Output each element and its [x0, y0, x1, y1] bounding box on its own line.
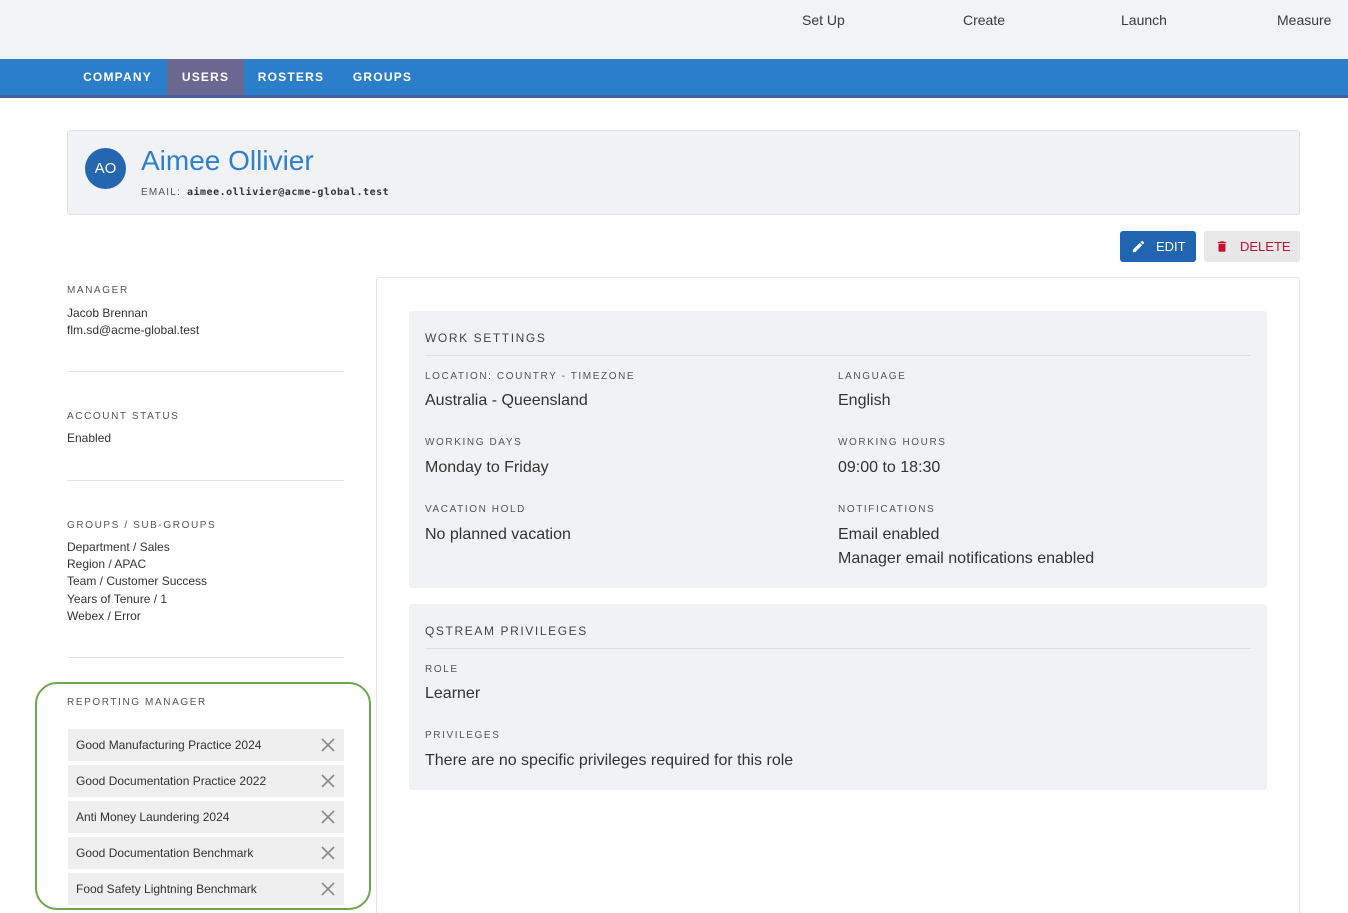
section-tab-bar: COMPANY USERS ROSTERS GROUPS	[0, 59, 1348, 98]
close-icon[interactable]	[321, 846, 335, 860]
manager-label: MANAGER	[67, 285, 129, 296]
work-settings-card: WORK SETTINGS LOCATION: COUNTRY - TIMEZO…	[409, 311, 1267, 588]
user-profile-header: AO Aimee Ollivier EMAIL: aimee.ollivier@a…	[67, 130, 1300, 215]
top-navigation: Set Up Create Launch Measure	[0, 0, 1348, 59]
tab-users[interactable]: USERS	[167, 59, 244, 95]
reporting-manager-item[interactable]: Anti Money Laundering 2024	[68, 801, 344, 833]
location-value: Australia - Queensland	[425, 392, 588, 409]
email-label: EMAIL:	[141, 187, 181, 198]
groups-label: GROUPS / SUB-GROUPS	[67, 520, 217, 531]
edit-button[interactable]: EDIT	[1120, 231, 1196, 262]
email-value: aimee.ollivier@acme-global.test	[187, 187, 390, 198]
close-icon[interactable]	[321, 810, 335, 824]
manager-email: flm.sd@acme-global.test	[67, 323, 200, 337]
nav-launch[interactable]: Launch	[1121, 12, 1167, 28]
tab-rosters[interactable]: ROSTERS	[244, 59, 338, 95]
tab-groups[interactable]: GROUPS	[338, 59, 427, 95]
language-label: LANGUAGE	[838, 371, 907, 382]
language-value: English	[838, 392, 891, 409]
group-item: Years of Tenure / 1	[67, 592, 168, 606]
nav-create[interactable]: Create	[963, 12, 1005, 28]
delete-button-label: DELETE	[1240, 239, 1291, 254]
delete-button[interactable]: DELETE	[1204, 231, 1300, 262]
group-item: Region / APAC	[67, 557, 147, 571]
card-divider	[425, 355, 1251, 356]
role-value: Learner	[425, 685, 481, 702]
reporting-manager-item-label: Good Documentation Benchmark	[76, 846, 254, 860]
pencil-icon	[1132, 240, 1145, 253]
avatar: AO	[85, 148, 126, 189]
reporting-manager-item-label: Good Documentation Practice 2022	[76, 774, 267, 788]
reporting-manager-item[interactable]: Food Safety Lightning Benchmark	[68, 873, 344, 905]
privileges-title: QSTREAM PRIVILEGES	[425, 624, 588, 638]
working-days-value: Monday to Friday	[425, 459, 549, 476]
working-hours-label: WORKING HOURS	[838, 437, 947, 448]
privileges-value: There are no specific privileges require…	[425, 752, 794, 769]
privileges-card: QSTREAM PRIVILEGES ROLE Learner PRIVILEG…	[409, 604, 1267, 790]
tab-company[interactable]: COMPANY	[68, 59, 167, 95]
sidebar-divider	[67, 657, 344, 658]
vacation-hold-value: No planned vacation	[425, 526, 571, 543]
group-item: Team / Customer Success	[67, 574, 208, 588]
working-days-label: WORKING DAYS	[425, 437, 523, 448]
notifications-value: Email enabled	[838, 526, 940, 543]
location-label: LOCATION: COUNTRY - TIMEZONE	[425, 371, 636, 382]
reporting-manager-item[interactable]: Good Manufacturing Practice 2024	[68, 729, 344, 761]
trash-icon	[1217, 241, 1227, 252]
close-icon[interactable]	[321, 738, 335, 752]
manager-name: Jacob Brennan	[67, 306, 148, 320]
group-item: Department / Sales	[67, 540, 170, 554]
notifications-label: NOTIFICATIONS	[838, 504, 936, 515]
working-hours-value: 09:00 to 18:30	[838, 459, 941, 476]
sidebar-divider	[67, 480, 344, 481]
nav-measure[interactable]: Measure	[1277, 12, 1331, 28]
reporting-manager-label: REPORTING MANAGER	[67, 697, 207, 708]
account-status-label: ACCOUNT STATUS	[67, 411, 180, 422]
role-label: ROLE	[425, 664, 459, 675]
vacation-hold-label: VACATION HOLD	[425, 504, 526, 515]
reporting-manager-item-label: Anti Money Laundering 2024	[76, 810, 230, 824]
reporting-manager-item-label: Good Manufacturing Practice 2024	[76, 738, 262, 752]
card-divider	[425, 648, 1251, 649]
reporting-manager-item-label: Food Safety Lightning Benchmark	[76, 882, 257, 896]
sidebar-divider	[67, 371, 344, 372]
nav-set-up[interactable]: Set Up	[802, 12, 845, 28]
reporting-manager-item[interactable]: Good Documentation Practice 2022	[68, 765, 344, 797]
reporting-manager-item[interactable]: Good Documentation Benchmark	[68, 837, 344, 869]
notifications-value: Manager email notifications enabled	[838, 550, 1095, 567]
close-icon[interactable]	[321, 774, 335, 788]
close-icon[interactable]	[321, 882, 335, 896]
work-settings-title: WORK SETTINGS	[425, 331, 547, 345]
account-status-value: Enabled	[67, 431, 112, 445]
email-row: EMAIL: aimee.ollivier@acme-global.test	[141, 187, 389, 198]
user-name: Aimee Ollivier	[141, 145, 314, 176]
group-item: Webex / Error	[67, 609, 141, 623]
edit-button-label: EDIT	[1156, 239, 1186, 254]
privileges-label: PRIVILEGES	[425, 730, 501, 741]
